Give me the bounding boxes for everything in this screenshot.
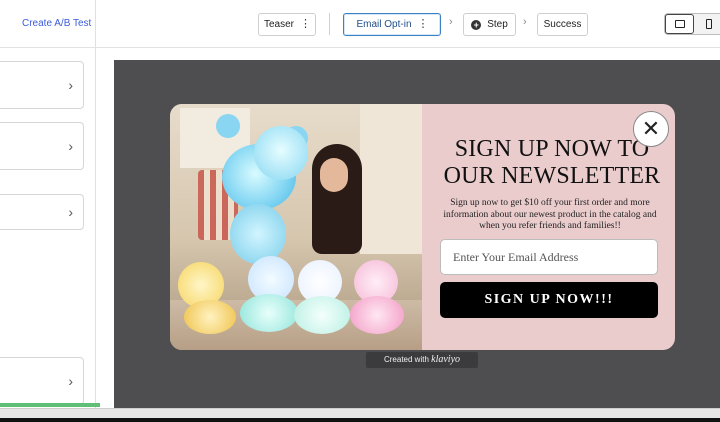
chevron-right-icon: › [68, 204, 73, 220]
more-vertical-icon[interactable]: ⋮ [418, 19, 429, 30]
left-panel-item[interactable]: › [0, 61, 84, 109]
klaviyo-credit-badge[interactable]: Created with klaviyo [366, 352, 478, 368]
email-input[interactable]: Enter Your Email Address [440, 239, 658, 275]
close-popup-button[interactable]: ✕ [633, 111, 669, 147]
success-step-label: Success [543, 19, 582, 30]
create-ab-test-link[interactable]: Create A/B Test [22, 18, 91, 29]
top-toolbar: Create A/B Test Teaser ⋮ Email Opt-in ⋮ … [0, 0, 720, 48]
plus-circle-icon: + [471, 19, 482, 30]
screen-edge [0, 418, 720, 422]
close-icon: ✕ [641, 116, 661, 141]
email-optin-step-button[interactable]: Email Opt-in ⋮ [343, 13, 441, 36]
left-panel-item[interactable]: › [0, 194, 84, 230]
chevron-right-icon: › [523, 16, 527, 28]
klaviyo-logo: klaviyo [431, 354, 461, 365]
left-panel-divider [95, 0, 96, 408]
signup-popup: SIGN UP NOW TO OUR NEWSLETTER Sign up no… [170, 104, 675, 350]
email-optin-step-label: Email Opt-in [356, 19, 412, 30]
chevron-right-icon: › [449, 16, 453, 28]
mobile-icon [705, 19, 712, 29]
credit-prefix: Created with [383, 355, 429, 364]
more-vertical-icon[interactable]: ⋮ [300, 19, 311, 30]
toolbar-divider [329, 13, 330, 35]
add-step-label: Step [487, 19, 508, 30]
progress-bar [0, 403, 100, 407]
mobile-preview-button[interactable] [694, 14, 720, 34]
left-panel-item[interactable]: › [0, 122, 84, 170]
device-preview-toggle [664, 13, 720, 35]
add-step-button[interactable]: + Step [463, 13, 516, 36]
teaser-step-button[interactable]: Teaser ⋮ [258, 13, 316, 36]
success-step-button[interactable]: Success [537, 13, 588, 36]
chevron-right-icon: › [68, 373, 73, 389]
teddy-bears-photo [170, 104, 422, 350]
sign-up-button[interactable]: SIGN UP NOW!!! [440, 282, 658, 318]
popup-headline: SIGN UP NOW TO OUR NEWSLETTER [443, 136, 661, 189]
chevron-right-icon: › [68, 77, 73, 93]
chevron-right-icon: › [68, 138, 73, 154]
teaser-step-label: Teaser [263, 19, 294, 30]
desktop-icon [674, 20, 685, 28]
left-panel-item[interactable]: › [0, 357, 84, 405]
popup-description: Sign up now to get $10 off your first or… [443, 198, 657, 231]
desktop-preview-button[interactable] [665, 14, 695, 34]
